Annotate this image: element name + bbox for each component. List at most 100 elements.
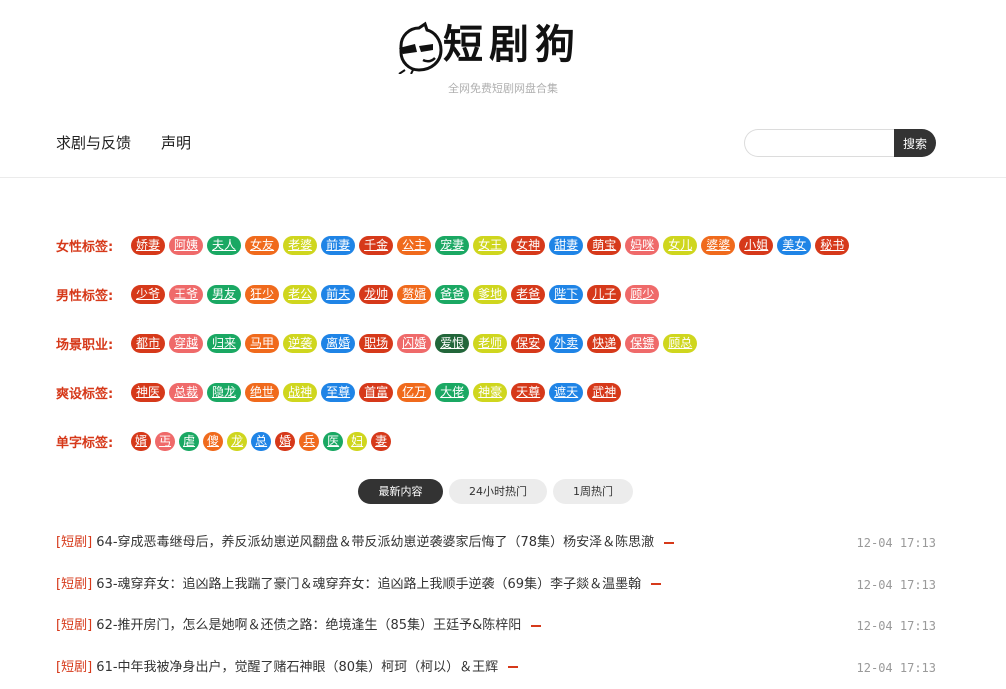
item-category[interactable]: [短剧] bbox=[56, 660, 92, 675]
tag-chip[interactable]: 前妻 bbox=[321, 235, 356, 255]
item-title[interactable]: 61-中年我被净身出户，觉醒了赌石神眼（80集）柯珂（柯以）＆王辉 bbox=[96, 660, 498, 675]
tag-chip[interactable]: 美女 bbox=[777, 235, 812, 255]
tag-list: 娇妻 阿姨 夫人 女友 老婆 前妻 千金 公主 宠妻 女王 女神 甜妻 萌宝 妈咪 女儿 婆婆 小姐 美女 秘书 bbox=[131, 235, 850, 255]
tag-chip[interactable]: 外卖 bbox=[549, 333, 584, 353]
tag-chip[interactable]: 妇 bbox=[347, 431, 368, 451]
tag-chip[interactable]: 归来 bbox=[207, 333, 242, 353]
tag-chip[interactable]: 爸爸 bbox=[435, 284, 470, 304]
tag-chip[interactable]: 爱恨 bbox=[435, 333, 470, 353]
tag-chip[interactable]: 老婆 bbox=[283, 235, 318, 255]
tag-chip[interactable]: 医 bbox=[323, 431, 344, 451]
tab-week-hot[interactable]: 1周热门 bbox=[553, 479, 633, 504]
tag-chip[interactable]: 顾少 bbox=[625, 284, 660, 304]
tag-chip[interactable]: 总裁 bbox=[169, 382, 204, 402]
tag-chip[interactable]: 夫人 bbox=[207, 235, 242, 255]
tag-chip[interactable]: 小姐 bbox=[739, 235, 774, 255]
tag-chip[interactable]: 女王 bbox=[473, 235, 508, 255]
tag-chip[interactable]: 亿万 bbox=[397, 382, 432, 402]
tag-chip[interactable]: 老师 bbox=[473, 333, 508, 353]
tag-chip[interactable]: 男友 bbox=[207, 284, 242, 304]
tag-chip[interactable]: 闪婚 bbox=[397, 333, 432, 353]
tag-chip[interactable]: 逆袭 bbox=[283, 333, 318, 353]
tag-group-label: 场景职业: bbox=[56, 337, 114, 353]
tag-chip[interactable]: 离婚 bbox=[321, 333, 356, 353]
list-item[interactable]: [短剧] 61-中年我被净身出户，觉醒了赌石神眼（80集）柯珂（柯以）＆王辉 1… bbox=[56, 658, 936, 689]
search-button[interactable]: 搜索 bbox=[894, 129, 936, 157]
tag-chip[interactable]: 天尊 bbox=[511, 382, 546, 402]
tag-chip[interactable]: 秘书 bbox=[815, 235, 850, 255]
tag-chip[interactable]: 虐 bbox=[179, 431, 200, 451]
item-time: 12-04 17:13 bbox=[856, 619, 936, 633]
tag-chip[interactable]: 总 bbox=[251, 431, 272, 451]
tag-chip[interactable]: 女友 bbox=[245, 235, 280, 255]
tag-chip[interactable]: 婚 bbox=[275, 431, 296, 451]
tag-chip[interactable]: 赘婿 bbox=[397, 284, 432, 304]
tag-chip[interactable]: 狂少 bbox=[245, 284, 280, 304]
tag-chip[interactable]: 儿子 bbox=[587, 284, 622, 304]
tag-chip[interactable]: 前夫 bbox=[321, 284, 356, 304]
tab-latest[interactable]: 最新内容 bbox=[358, 479, 443, 504]
search-input[interactable] bbox=[744, 129, 904, 157]
tag-row: 爽设标签: 神医 总裁 隐龙 绝世 战神 至尊 首富 亿万 大佬 神豪 天尊 遮天 武神 bbox=[56, 382, 622, 402]
tag-chip[interactable]: 兵 bbox=[299, 431, 320, 451]
tag-chip[interactable]: 宠妻 bbox=[435, 235, 470, 255]
tag-chip[interactable]: 保安 bbox=[511, 333, 546, 353]
tag-group-label: 单字标签: bbox=[56, 435, 114, 451]
tag-chip[interactable]: 绝世 bbox=[245, 382, 280, 402]
tag-chip[interactable]: 保镖 bbox=[625, 333, 660, 353]
tag-chip[interactable]: 战神 bbox=[283, 382, 318, 402]
tag-chip[interactable]: 娇妻 bbox=[131, 235, 166, 255]
tag-chip[interactable]: 顾总 bbox=[663, 333, 698, 353]
nav-item-feedback[interactable]: 求剧与反馈 bbox=[56, 133, 131, 153]
list-item[interactable]: [短剧] 62-推开房门，怎么是她啊＆还债之路：绝境逢生（85集）王廷予&陈梓阳… bbox=[56, 616, 936, 658]
tag-chip[interactable]: 龙帅 bbox=[359, 284, 394, 304]
tag-chip[interactable]: 隐龙 bbox=[207, 382, 242, 402]
tag-chip[interactable]: 大佬 bbox=[435, 382, 470, 402]
tag-chip[interactable]: 神医 bbox=[131, 382, 166, 402]
tag-chip[interactable]: 萌宝 bbox=[587, 235, 622, 255]
site-logo[interactable]: 短剧狗 bbox=[395, 18, 605, 74]
tag-chip[interactable]: 快递 bbox=[587, 333, 622, 353]
content-tabs: 最新内容 24小时热门 1周热门 bbox=[358, 479, 633, 504]
tag-chip[interactable]: 龙 bbox=[227, 431, 248, 451]
tag-chip[interactable]: 至尊 bbox=[321, 382, 356, 402]
tag-chip[interactable]: 老爸 bbox=[511, 284, 546, 304]
tag-chip[interactable]: 千金 bbox=[359, 235, 394, 255]
item-title[interactable]: 62-推开房门，怎么是她啊＆还债之路：绝境逢生（85集）王廷予&陈梓阳 bbox=[96, 618, 521, 633]
tag-chip[interactable]: 婆婆 bbox=[701, 235, 736, 255]
tag-chip[interactable]: 老公 bbox=[283, 284, 318, 304]
tag-chip[interactable]: 女儿 bbox=[663, 235, 698, 255]
tag-chip[interactable]: 遮天 bbox=[549, 382, 584, 402]
item-title[interactable]: 63-魂穿弃女：追凶路上我踹了豪门＆魂穿弃女：追凶路上我顺手逆袭（69集）李子燚… bbox=[96, 577, 641, 592]
list-item[interactable]: [短剧] 63-魂穿弃女：追凶路上我踹了豪门＆魂穿弃女：追凶路上我顺手逆袭（69… bbox=[56, 575, 936, 617]
tag-chip[interactable]: 公主 bbox=[397, 235, 432, 255]
nav-item-statement[interactable]: 声明 bbox=[161, 133, 191, 153]
tag-chip[interactable]: 婿 bbox=[131, 431, 152, 451]
tag-chip[interactable]: 首富 bbox=[359, 382, 394, 402]
tag-chip[interactable]: 妻 bbox=[371, 431, 392, 451]
tag-chip[interactable]: 甜妻 bbox=[549, 235, 584, 255]
tag-chip[interactable]: 职场 bbox=[359, 333, 394, 353]
tag-chip[interactable]: 爹地 bbox=[473, 284, 508, 304]
tag-chip[interactable]: 马甲 bbox=[245, 333, 280, 353]
item-category[interactable]: [短剧] bbox=[56, 535, 92, 550]
tag-chip[interactable]: 神豪 bbox=[473, 382, 508, 402]
item-category[interactable]: [短剧] bbox=[56, 618, 92, 633]
list-item[interactable]: [短剧] 64-穿成恶毒继母后，养反派幼崽逆风翻盘＆带反派幼崽逆袭婆家后悔了（7… bbox=[56, 533, 936, 575]
tag-chip[interactable]: 妈咪 bbox=[625, 235, 660, 255]
tag-chip[interactable]: 女神 bbox=[511, 235, 546, 255]
item-category[interactable]: [短剧] bbox=[56, 577, 92, 592]
tag-chip[interactable]: 少爷 bbox=[131, 284, 166, 304]
tag-chip[interactable]: 傻 bbox=[203, 431, 224, 451]
item-title[interactable]: 64-穿成恶毒继母后，养反派幼崽逆风翻盘＆带反派幼崽逆袭婆家后悔了（78集）杨安… bbox=[96, 535, 654, 550]
tag-list: 婿丐虐傻龙总婚兵医妇妻 bbox=[131, 431, 392, 451]
tag-chip[interactable]: 丐 bbox=[155, 431, 176, 451]
tag-chip[interactable]: 穿越 bbox=[169, 333, 204, 353]
tab-24h-hot[interactable]: 24小时热门 bbox=[449, 479, 547, 504]
tag-chip[interactable]: 阿姨 bbox=[169, 235, 204, 255]
tag-chip[interactable]: 武神 bbox=[587, 382, 622, 402]
site-title: 短剧狗 bbox=[443, 21, 581, 68]
tag-chip[interactable]: 陛下 bbox=[549, 284, 584, 304]
tag-chip[interactable]: 都市 bbox=[131, 333, 166, 353]
tag-chip[interactable]: 王爷 bbox=[169, 284, 204, 304]
